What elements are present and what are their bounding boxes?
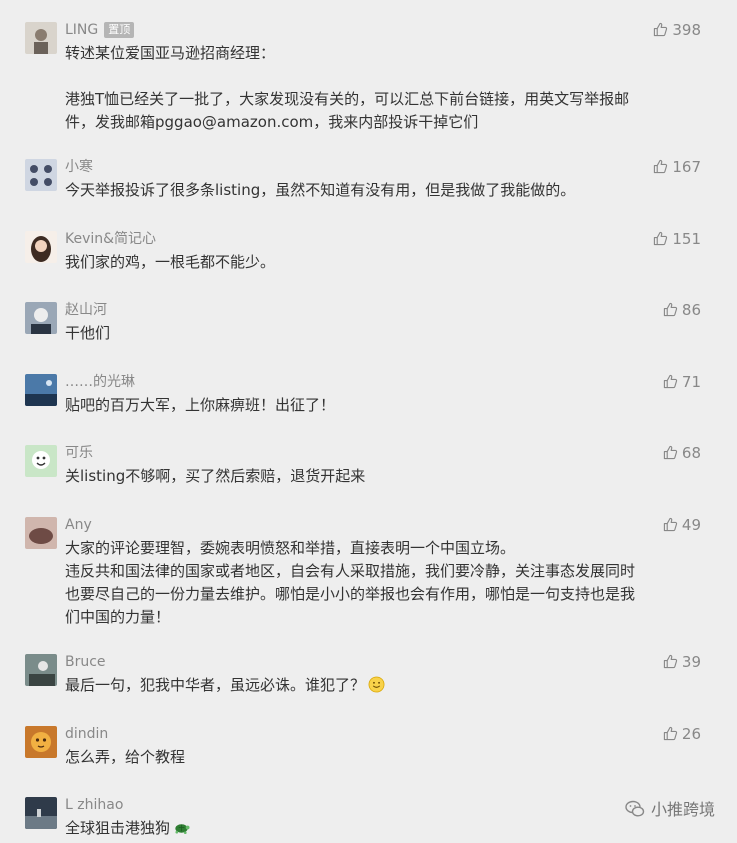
comment-author: 小寒 — [65, 159, 93, 175]
comment-line: 也要尽自己的一份力量去维护。哪怕是小小的举报也会有作用，哪怕是一句支持也是我 — [65, 585, 636, 603]
comment-author: 可乐 — [65, 445, 93, 461]
smile-emoji — [368, 676, 385, 693]
avatar[interactable] — [25, 654, 57, 686]
like-button[interactable]: 167 — [653, 157, 701, 177]
thumbs-up-icon — [653, 158, 672, 176]
like-button[interactable]: 71 — [663, 372, 701, 392]
avatar[interactable] — [25, 797, 57, 829]
like-count: 151 — [672, 230, 701, 248]
comment-line: 关listing不够啊，买了然后索赔，退货开起来 — [65, 467, 366, 485]
comment-line — [65, 65, 705, 88]
like-count: 26 — [681, 725, 701, 743]
comment-text: 干他们 — [65, 322, 705, 345]
avatar[interactable] — [25, 374, 57, 406]
comment-text: 全球狙击港独狗 — [65, 817, 705, 840]
thumbs-up-icon — [663, 725, 682, 743]
like-count: 39 — [681, 653, 701, 671]
comment-text: 关listing不够啊，买了然后索赔，退货开起来 — [65, 465, 705, 488]
wechat-icon — [625, 800, 651, 819]
like-button[interactable]: 39 — [663, 652, 701, 672]
like-count: 398 — [672, 21, 701, 39]
like-count: 68 — [681, 444, 701, 462]
comment-line: 今天举报投诉了很多条listing，虽然不知道有没有用，但是我做了我能做的。 — [65, 181, 576, 199]
like-count: 167 — [672, 158, 701, 176]
comment-text: 我们家的鸡，一根毛都不能少。 — [65, 251, 705, 274]
comment-text: 贴吧的百万大军，上你麻痹班！出征了！ — [65, 394, 705, 417]
comment-line: 我们家的鸡，一根毛都不能少。 — [65, 253, 276, 271]
comment-author: 赵山河 — [65, 302, 107, 318]
like-button[interactable]: 68 — [663, 443, 701, 463]
comment-line: 违反共和国法律的国家或者地区，自会有人采取措施，我们要冷静，关注事态发展同时 — [65, 562, 636, 580]
comment-text: 最后一句，犯我中华者，虽远必诛。谁犯了？ — [65, 674, 705, 697]
comment-author: Any — [65, 517, 92, 533]
comment-author: ……的光琳 — [65, 374, 135, 390]
thumbs-up-icon — [653, 21, 672, 39]
like-button[interactable]: 49 — [663, 515, 701, 535]
comment-line: 大家的评论要理智，委婉表明愤怒和举措，直接表明一个中国立场。 — [65, 539, 516, 557]
avatar[interactable] — [25, 517, 57, 549]
avatar[interactable] — [25, 159, 57, 191]
avatar[interactable] — [25, 726, 57, 758]
thumbs-up-icon — [663, 653, 682, 671]
comment-author: LING 置顶 — [65, 20, 135, 40]
like-button[interactable]: 86 — [663, 300, 701, 320]
comment-author: Kevin&简记心 — [65, 231, 157, 247]
turtle-emoji — [173, 819, 190, 836]
thumbs-up-icon — [663, 516, 682, 534]
comment-line: 干他们 — [65, 324, 111, 342]
comment-author: L zhihao — [65, 797, 124, 813]
comment-text: 大家的评论要理智，委婉表明愤怒和举措，直接表明一个中国立场。违反共和国法律的国家… — [65, 537, 705, 629]
comment-line: 怎么弄，给个教程 — [65, 748, 186, 766]
comment-text: 转述某位爱国亚马逊招商经理： 港独T恤已经关了一批了，大家发现没有关的，可以汇总… — [65, 42, 705, 134]
like-button[interactable]: 26 — [663, 724, 701, 744]
comment-line: 件，发我邮箱pggao@amazon.com，我来内部投诉干掉它们 — [65, 113, 479, 131]
thumbs-up-icon — [653, 230, 672, 248]
like-count: 86 — [681, 301, 701, 319]
comment-line: 贴吧的百万大军，上你麻痹班！出征了！ — [65, 396, 336, 414]
comment-author: dindin — [65, 726, 109, 742]
comment-line: 全球狙击港独狗 — [65, 817, 705, 840]
avatar[interactable] — [25, 445, 57, 477]
comment-text: 今天举报投诉了很多条listing，虽然不知道有没有用，但是我做了我能做的。 — [65, 179, 705, 202]
comment-line: 港独T恤已经关了一批了，大家发现没有关的，可以汇总下前台链接，用英文写举报邮 — [65, 90, 630, 108]
pinned-badge: 置顶 — [104, 22, 135, 38]
thumbs-up-icon — [663, 444, 682, 462]
like-button[interactable]: 398 — [653, 20, 701, 40]
comment-line: 们中国的力量！ — [65, 608, 171, 626]
avatar[interactable] — [25, 22, 57, 54]
comment-line: 转述某位爱国亚马逊招商经理： — [65, 44, 276, 62]
thumbs-up-icon — [663, 373, 682, 391]
avatar[interactable] — [25, 302, 57, 334]
like-count: 71 — [681, 373, 701, 391]
comment-text: 怎么弄，给个教程 — [65, 746, 705, 769]
avatar[interactable] — [25, 231, 57, 263]
comment-line: 最后一句，犯我中华者，虽远必诛。谁犯了？ — [65, 674, 705, 697]
comment-author: Bruce — [65, 654, 106, 670]
thumbs-up-icon — [663, 301, 682, 319]
like-count: 49 — [681, 516, 701, 534]
watermark: 小推跨境 — [625, 796, 715, 820]
like-button[interactable]: 151 — [653, 229, 701, 249]
